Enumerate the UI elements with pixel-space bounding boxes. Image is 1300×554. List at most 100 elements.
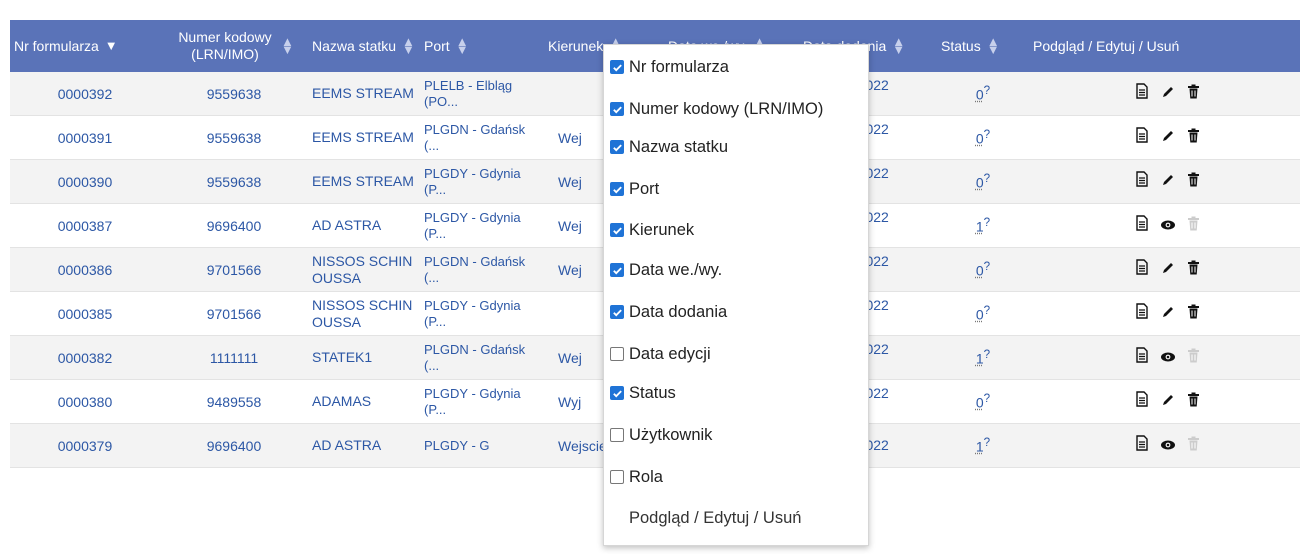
column-toggle-option[interactable]: Użytkownik (610, 423, 712, 447)
checkbox-checked-icon[interactable] (610, 263, 624, 277)
checkbox-checked-icon[interactable] (610, 102, 624, 116)
form-number-link[interactable]: 0000380 (10, 380, 160, 424)
eye-icon[interactable] (1155, 438, 1181, 456)
sort-both-icon[interactable]: ▲▼ (987, 38, 999, 54)
sort-both-icon[interactable]: ▲▼ (402, 38, 414, 54)
column-toggle-option[interactable]: Status (610, 381, 676, 405)
checkbox-unchecked-icon[interactable] (610, 428, 624, 442)
pencil-icon[interactable] (1155, 261, 1181, 280)
column-header[interactable]: Nazwa statku ▲ ▼ (308, 20, 420, 72)
document-icon[interactable] (1129, 259, 1155, 280)
trash-icon[interactable] (1181, 84, 1207, 104)
trash-icon[interactable] (1181, 172, 1207, 192)
document-icon[interactable] (1129, 391, 1155, 412)
checkbox-unchecked-icon[interactable] (610, 470, 624, 484)
column-header[interactable]: Status ▲ ▼ (937, 20, 1029, 72)
status-cell[interactable]: 0? (937, 292, 1029, 336)
column-header[interactable]: Port ▲ ▼ (420, 20, 544, 72)
column-toggle-option[interactable]: Data edycji (610, 342, 711, 366)
sort-both-icon[interactable]: ▲▼ (892, 38, 904, 54)
checkbox-unchecked-icon[interactable] (610, 347, 624, 361)
ship-name-cell: AD ASTRA (308, 204, 420, 248)
sort-both-icon[interactable]: ▲▼ (281, 38, 293, 54)
form-number-link[interactable]: 0000386 (10, 248, 160, 292)
code-number-cell: 1111111 (160, 336, 308, 380)
status-help-icon[interactable]: ? (984, 260, 990, 273)
document-icon[interactable] (1129, 83, 1155, 104)
status-value[interactable]: 0 (976, 175, 984, 191)
code-number-cell: 9696400 (160, 204, 308, 248)
column-toggle-option[interactable]: Nazwa statku (610, 135, 728, 159)
pencil-icon[interactable] (1155, 129, 1181, 148)
column-toggle-option[interactable]: Rola (610, 465, 663, 489)
checkbox-checked-icon[interactable] (610, 305, 624, 319)
document-icon[interactable] (1129, 435, 1155, 456)
pencil-icon[interactable] (1155, 173, 1181, 192)
column-toggle-option[interactable]: Port (610, 177, 659, 201)
form-number-link[interactable]: 0000382 (10, 336, 160, 380)
column-header-label: Port (424, 38, 450, 55)
document-icon[interactable] (1129, 303, 1155, 324)
status-help-icon[interactable]: ? (984, 84, 990, 97)
column-toggle-option[interactable]: Data dodania (610, 300, 727, 324)
trash-icon[interactable] (1181, 128, 1207, 148)
status-help-icon[interactable]: ? (984, 128, 990, 141)
form-number-link[interactable]: 0000379 (10, 424, 160, 468)
document-icon[interactable] (1129, 127, 1155, 148)
trash-icon[interactable] (1181, 260, 1207, 280)
port-cell: PLGDY - Gdynia (P... (420, 160, 544, 204)
checkbox-checked-icon[interactable] (610, 386, 624, 400)
column-toggle-label: Podgląd / Edytuj / Usuń (629, 509, 801, 528)
sort-desc-icon[interactable]: ▼ (105, 39, 117, 53)
port-cell: PLGDN - Gdańsk (... (420, 248, 544, 292)
status-value[interactable]: 0 (976, 87, 984, 103)
status-cell[interactable]: 1? (937, 336, 1029, 380)
column-header[interactable]: Numer kodowy (LRN/IMO) ▲ ▼ (160, 20, 308, 72)
status-help-icon[interactable]: ? (984, 348, 990, 361)
status-help-icon[interactable]: ? (984, 436, 990, 449)
checkbox-checked-icon[interactable] (610, 182, 624, 196)
status-cell[interactable]: 0? (937, 248, 1029, 292)
status-help-icon[interactable]: ? (984, 392, 990, 405)
form-number-link[interactable]: 0000390 (10, 160, 160, 204)
pencil-icon[interactable] (1155, 305, 1181, 324)
form-number-link[interactable]: 0000385 (10, 292, 160, 336)
checkbox-checked-icon[interactable] (610, 223, 624, 237)
column-toggle-option[interactable]: Nr formularza (610, 55, 729, 79)
eye-icon[interactable] (1155, 350, 1181, 368)
document-icon[interactable] (1129, 347, 1155, 368)
form-number-link[interactable]: 0000387 (10, 204, 160, 248)
status-cell[interactable]: 0? (937, 160, 1029, 204)
status-value[interactable]: 0 (976, 395, 984, 411)
status-value[interactable]: 1 (976, 219, 984, 235)
status-help-icon[interactable]: ? (984, 172, 990, 185)
status-value[interactable]: 0 (976, 131, 984, 147)
form-number-link[interactable]: 0000392 (10, 72, 160, 116)
checkbox-checked-icon[interactable] (610, 140, 624, 154)
document-icon[interactable] (1129, 171, 1155, 192)
status-help-icon[interactable]: ? (984, 304, 990, 317)
trash-icon[interactable] (1181, 392, 1207, 412)
column-header[interactable]: Nr formularza ▼ (10, 20, 160, 72)
column-toggle-option[interactable]: Kierunek (610, 218, 694, 242)
status-cell[interactable]: 0? (937, 380, 1029, 424)
status-cell[interactable]: 1? (937, 424, 1029, 468)
column-toggle-option[interactable]: Data we./wy. (610, 258, 722, 282)
status-cell[interactable]: 0? (937, 72, 1029, 116)
status-value[interactable]: 1 (976, 351, 984, 367)
checkbox-checked-icon[interactable] (610, 60, 624, 74)
sort-both-icon[interactable]: ▲▼ (456, 38, 468, 54)
status-cell[interactable]: 0? (937, 116, 1029, 160)
document-icon[interactable] (1129, 215, 1155, 236)
form-number-link[interactable]: 0000391 (10, 116, 160, 160)
trash-icon[interactable] (1181, 304, 1207, 324)
status-value[interactable]: 1 (976, 439, 984, 455)
status-cell[interactable]: 1? (937, 204, 1029, 248)
pencil-icon[interactable] (1155, 85, 1181, 104)
pencil-icon[interactable] (1155, 393, 1181, 412)
status-value[interactable]: 0 (976, 263, 984, 279)
status-help-icon[interactable]: ? (984, 216, 990, 229)
eye-icon[interactable] (1155, 218, 1181, 236)
column-toggle-option[interactable]: Numer kodowy (LRN/IMO) (610, 97, 823, 121)
status-value[interactable]: 0 (976, 307, 984, 323)
